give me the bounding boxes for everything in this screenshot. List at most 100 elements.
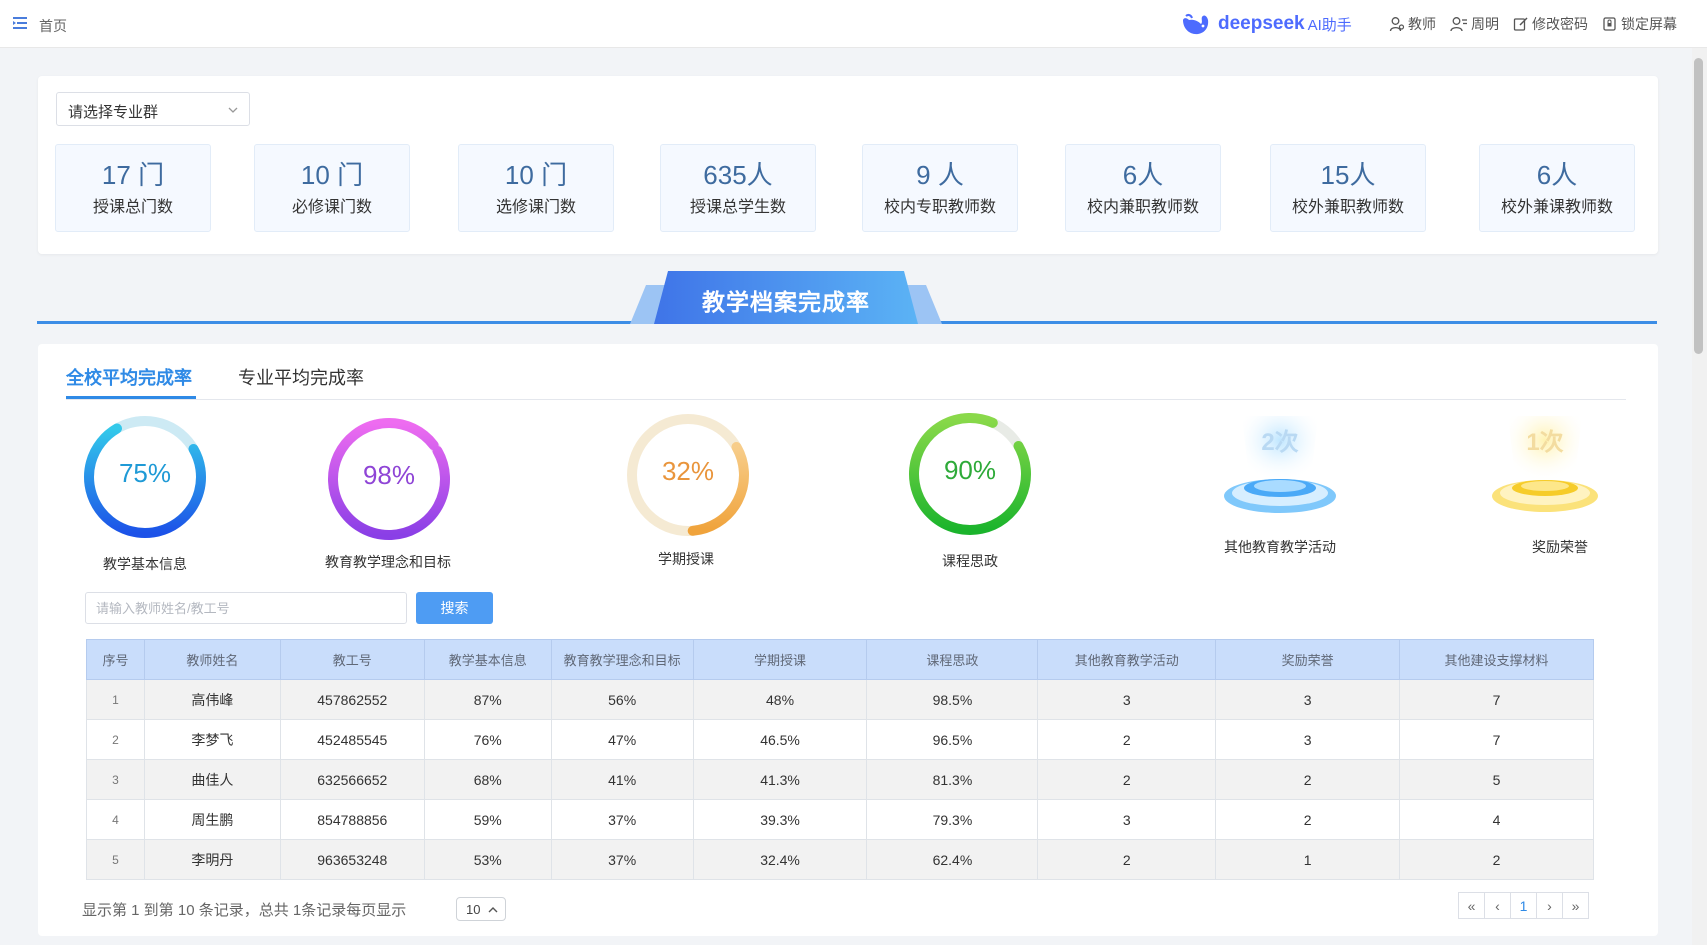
table-cell: 68%: [423, 759, 552, 800]
teacher-completion-table: 序号 教师姓名 教工号 教学基本信息 教育教学理念和目标 学期授课 课程思政 其…: [86, 639, 1594, 880]
last-page-button[interactable]: »: [1562, 892, 1589, 919]
table-cell: 41%: [550, 759, 694, 800]
table-cell: 7: [1399, 679, 1594, 720]
stat-elective-courses: 10 门 选修课门数: [458, 144, 614, 232]
column-header[interactable]: 其他建设支撑材料: [1399, 639, 1594, 680]
column-header[interactable]: 教学基本信息: [423, 639, 552, 680]
column-header[interactable]: 教育教学理念和目标: [550, 639, 694, 680]
prev-page-button[interactable]: ‹: [1484, 892, 1511, 919]
column-header[interactable]: 序号: [86, 639, 145, 680]
gauge-teaching-philosophy-value: 98%: [362, 460, 416, 490]
gauge-semester-teaching-label: 学期授课: [658, 551, 714, 567]
table-cell: 4: [1399, 799, 1594, 840]
stat-value: 10 门: [300, 160, 364, 190]
table-cell: 48%: [692, 679, 868, 720]
column-header[interactable]: 课程思政: [866, 639, 1039, 680]
stat-label: 必修课门数: [291, 199, 372, 216]
page-size-select[interactable]: 10: [456, 897, 506, 921]
lock-screen-button[interactable]: 锁定屏幕: [1602, 14, 1677, 34]
table-cell: 76%: [423, 719, 552, 760]
column-header[interactable]: 教工号: [279, 639, 425, 680]
role-menu[interactable]: 教师: [1389, 14, 1436, 34]
table-cell: 87%: [423, 679, 552, 720]
search-button[interactable]: 搜索: [416, 592, 493, 624]
major-group-select[interactable]: 请选择专业群: [56, 92, 250, 126]
tab-major-average[interactable]: 专业平均完成率: [238, 364, 364, 390]
table-row[interactable]: 3 曲佳人 632566652 68% 41% 41.3% 81.3% 2 2 …: [86, 759, 1594, 800]
table-cell: 5: [1399, 759, 1594, 800]
table-row[interactable]: 4 周生鹏 854788856 59% 37% 39.3% 79.3% 3 2 …: [86, 799, 1594, 840]
table-cell: 李明丹: [143, 839, 281, 880]
brand-name: deepseek: [1218, 13, 1305, 34]
table-cell: 3: [86, 759, 145, 800]
page-number-button[interactable]: 1: [1510, 892, 1537, 919]
table-row[interactable]: 1 高伟峰 457862552 87% 56% 48% 98.5% 3 3 7: [86, 679, 1594, 720]
table-cell: 4: [86, 799, 145, 840]
column-header[interactable]: 其他教育教学活动: [1037, 639, 1217, 680]
stat-total-students: 635人 授课总学生数: [660, 144, 816, 232]
stat-internal-parttime-teachers: 6人 校内兼职教师数: [1065, 144, 1221, 232]
table-row[interactable]: 5 李明丹 963653248 53% 37% 32.4% 62.4% 2 1 …: [86, 839, 1594, 880]
teacher-search-input[interactable]: [85, 592, 407, 624]
first-page-button[interactable]: «: [1458, 892, 1485, 919]
table-cell: 37%: [550, 799, 694, 840]
page-size-value: 10: [466, 902, 481, 917]
table-cell: 5: [86, 839, 145, 880]
column-header[interactable]: 学期授课: [692, 639, 868, 680]
column-header[interactable]: 奖励荣誉: [1215, 639, 1401, 680]
stat-value: 6人: [1536, 160, 1578, 190]
section-title: 教学档案完成率: [702, 289, 870, 315]
role-icon: [1389, 17, 1405, 32]
user-icon: [1450, 17, 1467, 32]
gauge-basic-info-value: 75%: [118, 458, 172, 488]
table-cell: 62.4%: [866, 839, 1039, 880]
active-tab-underline: [66, 396, 196, 399]
table-cell: 32.4%: [692, 839, 868, 880]
menu-toggle-icon[interactable]: [12, 15, 28, 31]
table-cell: 周生鹏: [143, 799, 281, 840]
table-cell: 2: [1215, 799, 1401, 840]
chevron-up-icon: [488, 907, 498, 913]
table-cell: 2: [1037, 839, 1217, 880]
awards-count: 1次: [1526, 429, 1564, 456]
table-cell: 56%: [550, 679, 694, 720]
edit-icon: [1513, 17, 1528, 31]
next-page-button[interactable]: ›: [1536, 892, 1563, 919]
table-cell: 452485545: [279, 719, 425, 760]
completion-tabs: 全校平均完成率 专业平均完成率: [66, 344, 1626, 400]
user-menu[interactable]: 周明: [1450, 14, 1499, 34]
breadcrumb-home[interactable]: 首页: [39, 16, 67, 36]
table-cell: 2: [1037, 719, 1217, 760]
table-cell: 96.5%: [866, 719, 1039, 760]
table-cell: 2: [1399, 839, 1594, 880]
awards-label: 奖励荣誉: [1532, 539, 1588, 555]
table-cell: 李梦飞: [143, 719, 281, 760]
table-cell: 81.3%: [866, 759, 1039, 800]
page-scrollbar-thumb[interactable]: [1694, 58, 1703, 354]
table-row[interactable]: 2 李梦飞 452485545 76% 47% 46.5% 96.5% 2 3 …: [86, 719, 1594, 760]
change-password-button[interactable]: 修改密码: [1513, 14, 1588, 34]
change-password-label: 修改密码: [1532, 16, 1588, 32]
table-cell: 1: [86, 679, 145, 720]
table-cell: 79.3%: [866, 799, 1039, 840]
gauge-course-ideology-value: 90%: [943, 455, 997, 485]
table-cell: 2: [1215, 759, 1401, 800]
top-bar: 首页 deepseek AI助手 教师 周明 修改密码 锁定屏幕: [0, 0, 1707, 48]
stat-value: 9 人: [916, 160, 964, 190]
table-cell: 963653248: [279, 839, 425, 880]
table-cell: 7: [1399, 719, 1594, 760]
table-cell: 3: [1215, 679, 1401, 720]
brand-suffix: AI助手: [1307, 16, 1352, 34]
stat-value: 635人: [703, 160, 773, 190]
pagination-info: 显示第 1 到第 10 条记录，总共 1条记录每页显示: [82, 902, 407, 919]
deepseek-assistant-link[interactable]: deepseek AI助手: [1180, 10, 1352, 38]
stat-internal-fulltime-teachers: 9 人 校内专职教师数: [862, 144, 1018, 232]
stat-value: 17 门: [101, 160, 165, 190]
stat-total-courses: 17 门 授课总门数: [55, 144, 211, 232]
column-header[interactable]: 教师姓名: [143, 639, 281, 680]
completion-panel: 全校平均完成率 专业平均完成率 75% 教学基本信息 98% 教育教学理念和目标…: [38, 344, 1658, 936]
table-cell: 1: [1215, 839, 1401, 880]
major-group-placeholder: 请选择专业群: [68, 104, 159, 121]
stat-label: 校外兼职教师数: [1291, 199, 1404, 216]
tab-school-average[interactable]: 全校平均完成率: [66, 364, 192, 390]
